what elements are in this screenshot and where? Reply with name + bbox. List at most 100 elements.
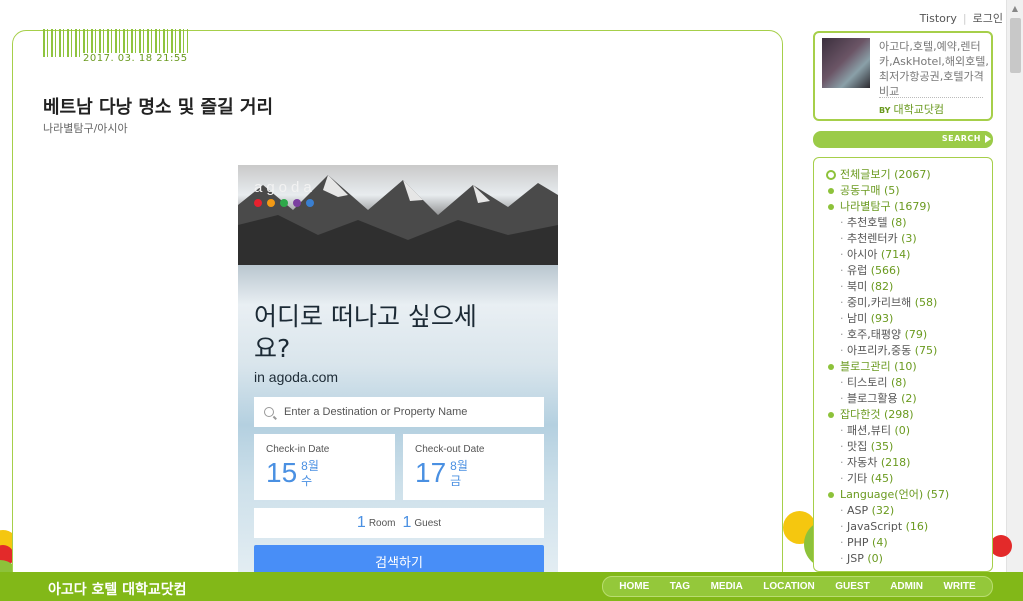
category-count: (1679) <box>894 200 931 213</box>
category-count: (5) <box>883 184 900 197</box>
category-count: (218) <box>880 456 911 469</box>
vertical-scrollbar[interactable]: ▲ <box>1006 0 1023 572</box>
category-label: 잡다한것 <box>840 408 884 421</box>
nav-write[interactable]: WRITE <box>943 581 975 592</box>
category-label: PHP <box>847 536 873 549</box>
footer-bar: 아고다 호텔 대학교닷컴 HOME TAG MEDIA LOCATION GUE… <box>0 572 1023 601</box>
logo-dot-blue <box>306 199 314 207</box>
guests-count: 1 <box>402 514 412 531</box>
subcategory-item[interactable]: 남미 (93) <box>814 311 992 327</box>
subcategory-item[interactable]: 유럽 (566) <box>814 263 992 279</box>
nav-guest[interactable]: GUEST <box>835 581 869 592</box>
subcategory-item[interactable]: ASP (32) <box>814 503 992 519</box>
category-item[interactable]: Language(언어) (57) <box>814 487 992 503</box>
agoda-logo-dots <box>254 199 314 207</box>
checkout-month: 8월 <box>450 459 468 473</box>
checkout-weekday: 금 <box>450 474 462 488</box>
subcategory-item[interactable]: 아시아 (714) <box>814 247 992 263</box>
by-label: BY <box>879 106 891 115</box>
subcategory-item[interactable]: 북미 (82) <box>814 279 992 295</box>
nav-location[interactable]: LOCATION <box>763 581 814 592</box>
category-item[interactable]: 전체글보기 (2067) <box>814 167 992 183</box>
nav-media[interactable]: MEDIA <box>711 581 743 592</box>
agoda-search-widget: agoda 어디로 떠나고 싶으세요? in agoda.com Enter a… <box>238 165 558 585</box>
post-date: 2017. 03. 18 21:55 <box>81 53 190 64</box>
category-count: (2) <box>901 392 917 405</box>
category-label: JSP <box>847 552 868 565</box>
subcategory-item[interactable]: PHP (4) <box>814 535 992 551</box>
category-label: 블로그관리 <box>840 360 895 373</box>
category-count: (58) <box>914 296 938 309</box>
subcategory-item[interactable]: 기타 (45) <box>814 471 992 487</box>
category-count: (32) <box>871 504 895 517</box>
nav-admin[interactable]: ADMIN <box>890 581 923 592</box>
subcategory-item[interactable]: 아프리카,중동 (75) <box>814 343 992 359</box>
checkout-day: 17 <box>415 457 447 488</box>
divider: | <box>962 11 967 25</box>
category-count: (10) <box>894 360 917 373</box>
subcategory-item[interactable]: JavaScript (16) <box>814 519 992 535</box>
tistory-link[interactable]: Tistory <box>920 12 957 25</box>
category-count: (298) <box>883 408 914 421</box>
category-label: 블로그활용 <box>847 392 902 405</box>
agoda-logo: agoda <box>254 179 316 196</box>
category-count: (8) <box>890 216 907 229</box>
checkin-label: Check-in Date <box>266 444 330 455</box>
top-links: Tistory | 로그인 <box>920 10 1003 26</box>
checkin-day: 15 <box>266 457 298 488</box>
category-label: 남미 <box>847 312 871 325</box>
profile-description: 아고다,호텔,예약,렌터카,AskHotel,해외호텔,최저가항공권,호텔가격비… <box>879 40 989 98</box>
nav-home[interactable]: HOME <box>619 581 649 592</box>
category-label: ASP <box>847 504 872 517</box>
category-count: (0) <box>867 552 883 565</box>
category-count: (79) <box>904 328 928 341</box>
category-item[interactable]: 블로그관리 (10) <box>814 359 992 375</box>
subcategory-item[interactable]: 블로그활용 (2) <box>814 391 992 407</box>
post-category[interactable]: 나라별탐구/아시아 <box>43 120 128 136</box>
scroll-up-arrow-icon[interactable]: ▲ <box>1007 0 1023 17</box>
nav-tag[interactable]: TAG <box>670 581 690 592</box>
sidebar-search[interactable]: SEARCH <box>813 131 993 148</box>
scrollbar-thumb[interactable] <box>1010 18 1021 73</box>
avatar[interactable] <box>822 38 870 88</box>
subcategory-item[interactable]: 추천렌터카 (3) <box>814 231 992 247</box>
logo-dot-green <box>280 199 288 207</box>
subcategory-item[interactable]: 자동차 (218) <box>814 455 992 471</box>
category-count: (3) <box>901 232 917 245</box>
category-count: (82) <box>870 280 894 293</box>
subcategory-item[interactable]: 패션,뷰티 (0) <box>814 423 992 439</box>
category-label: 나라별탐구 <box>840 200 895 213</box>
checkout-date-picker[interactable]: Check-out Date 17 8월 금 <box>403 434 544 500</box>
category-item[interactable]: 공동구매 (5) <box>814 183 992 199</box>
login-link[interactable]: 로그인 <box>973 10 1003 26</box>
subcategory-item[interactable]: 중미,카리브해 (58) <box>814 295 992 311</box>
post-box: 2017. 03. 18 21:55 베트남 다낭 명소 및 즐길 거리 나라별… <box>12 29 783 590</box>
subcategory-item[interactable]: 호주,태평양 (79) <box>814 327 992 343</box>
category-label: 전체글보기 <box>840 168 895 181</box>
author-name[interactable]: 대학교닷컴 <box>893 103 944 116</box>
subcategory-item[interactable]: JSP (0) <box>814 551 992 567</box>
rooms-guests-selector[interactable]: 1 Room 1 Guest <box>254 508 544 538</box>
checkin-date-picker[interactable]: Check-in Date 15 8월 수 <box>254 434 395 500</box>
widget-headline: 어디로 떠나고 싶으세요? <box>254 302 477 363</box>
category-count: (8) <box>890 376 907 389</box>
subcategory-item[interactable]: 추천호텔 (8) <box>814 215 992 231</box>
widget-subline: in agoda.com <box>254 369 339 385</box>
category-label: 패션,뷰티 <box>847 424 895 437</box>
category-count: (566) <box>870 264 901 277</box>
post-title[interactable]: 베트남 다낭 명소 및 즐길 거리 <box>43 93 273 119</box>
destination-input[interactable]: Enter a Destination or Property Name <box>254 397 544 427</box>
profile-box: 아고다,호텔,예약,렌터카,AskHotel,해외호텔,최저가항공권,호텔가격비… <box>813 31 993 121</box>
category-count: (714) <box>880 248 911 261</box>
profile-byline: BY 대학교닷컴 <box>879 101 944 117</box>
category-count: (93) <box>870 312 894 325</box>
category-label: 추천호텔 <box>847 216 891 229</box>
subcategory-item[interactable]: 맛집 (35) <box>814 439 992 455</box>
subcategory-item[interactable]: 티스토리 (8) <box>814 375 992 391</box>
category-item[interactable]: 잡다한것 (298) <box>814 407 992 423</box>
search-icon <box>264 407 274 417</box>
rooms-label: Room <box>368 517 396 529</box>
category-count: (4) <box>872 536 888 549</box>
category-item[interactable]: 나라별탐구 (1679) <box>814 199 992 215</box>
blog-title[interactable]: 아고다 호텔 대학교닷컴 <box>48 579 187 599</box>
